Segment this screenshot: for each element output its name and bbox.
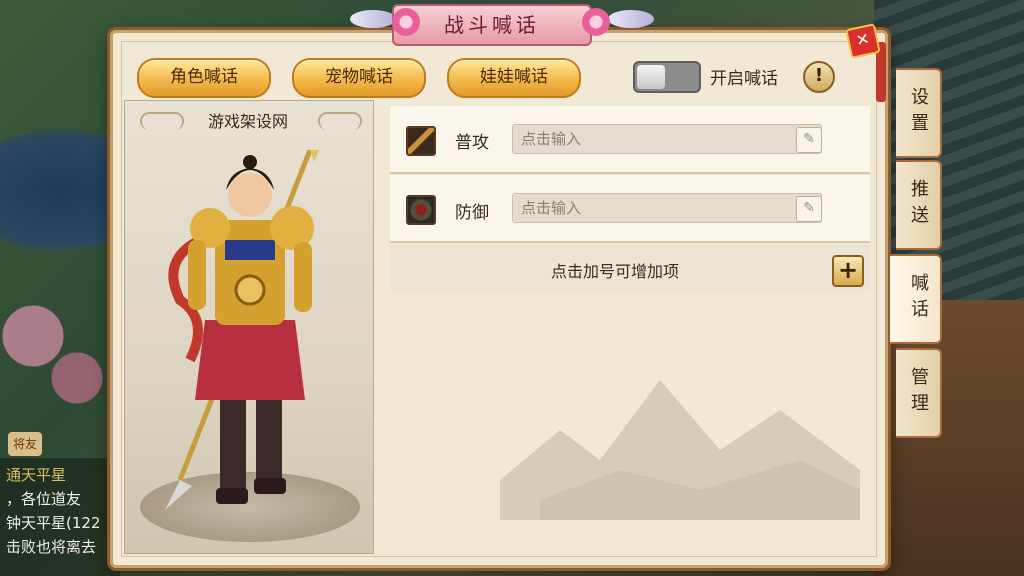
flower-icon [582,8,610,36]
portrait-title: 游戏架设网 [207,112,288,131]
skill-label: 普攻 [455,133,489,153]
add-item-button[interactable]: + [832,255,864,287]
chat-line: 击败也将离去 [6,538,97,556]
enable-shout-label: 开启喊话 [710,69,778,89]
page-title: 战斗喊话 [392,4,592,46]
tab-role-shout[interactable]: 角色喊话 [137,58,271,98]
wing-decoration-right [608,10,654,28]
toggle-knob[interactable] [637,65,665,89]
skill-label: 防御 [455,203,489,223]
info-button[interactable]: ! [803,61,835,93]
chat-badge[interactable]: 将友 [8,432,42,456]
flower-icon [392,8,420,36]
background-blossom-tree [0,280,110,420]
sword-icon [406,126,436,156]
shield-icon [406,195,436,225]
chat-line: ，各位道友 [6,490,82,508]
add-item-hint: 点击加号可增加项 [550,262,679,281]
normal-attack-shout-input[interactable]: 点击输入 [512,124,822,154]
tab-doll-shout[interactable]: 娃娃喊话 [447,58,581,98]
side-tab-shout[interactable]: 喊话 [890,254,942,344]
enable-shout-toggle[interactable] [633,61,701,93]
wing-decoration-left [350,10,396,28]
side-tab-settings[interactable]: 设置 [896,68,942,158]
side-tab-push[interactable]: 推送 [896,160,942,250]
warrior-character-image [165,150,320,510]
side-tab-manage[interactable]: 管理 [896,348,942,438]
edit-icon[interactable]: ✎ [796,196,822,222]
chat-line: 通天平星 [6,466,67,484]
tab-pet-shout[interactable]: 宠物喊话 [292,58,426,98]
defense-shout-input[interactable]: 点击输入 [512,193,822,223]
edit-icon[interactable]: ✎ [796,127,822,153]
close-button[interactable]: ✕ [845,23,881,59]
landscape-watermark [500,380,860,520]
chat-line: 钟天平星(122 [6,514,101,532]
